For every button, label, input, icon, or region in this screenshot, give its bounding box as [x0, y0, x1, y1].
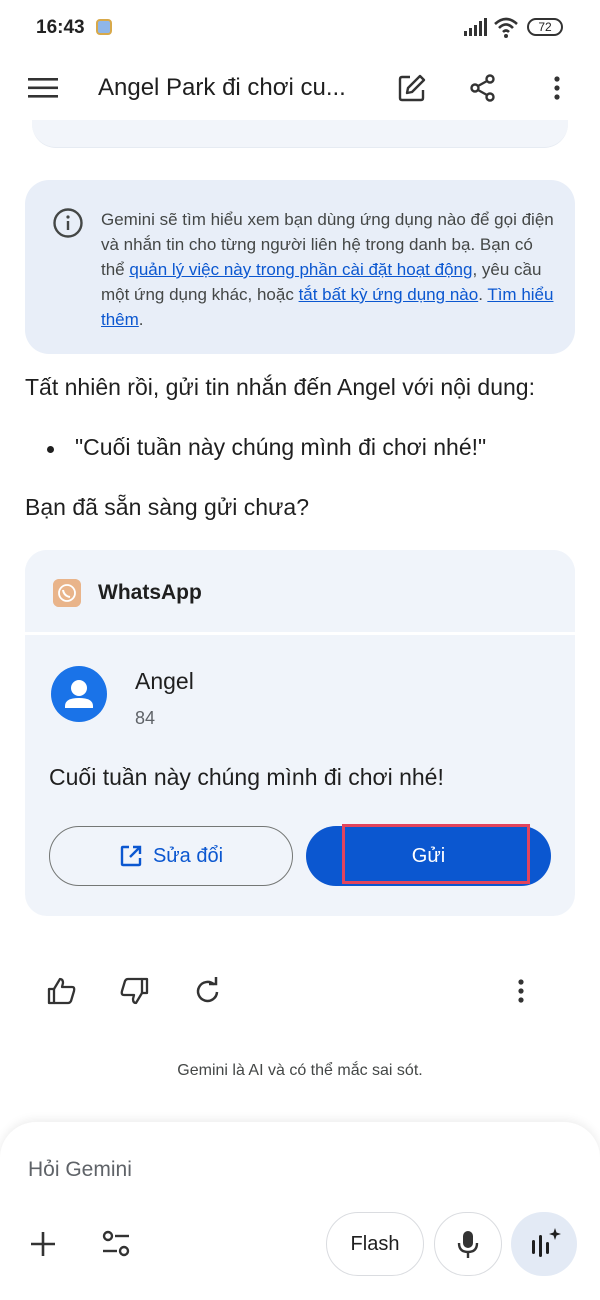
edit-icon[interactable]: [397, 73, 427, 103]
share-icon[interactable]: [468, 73, 498, 103]
contact-number: 84: [135, 708, 156, 728]
model-selector-button[interactable]: Flash: [326, 1212, 424, 1276]
send-button[interactable]: Gửi: [306, 826, 551, 886]
disable-apps-link[interactable]: tắt bất kỳ ứng dụng nào: [299, 285, 479, 304]
status-time: 16:43: [36, 17, 85, 38]
edit-message-button[interactable]: Sửa đổi: [49, 826, 293, 886]
menu-icon[interactable]: [28, 76, 58, 100]
live-button[interactable]: [511, 1212, 577, 1276]
retry-icon[interactable]: [193, 976, 223, 1006]
avatar: [51, 666, 107, 722]
manage-activity-link[interactable]: quản lý việc này trong phần cài đặt hoạt…: [129, 260, 472, 279]
composer: Flash: [0, 1122, 600, 1300]
whatsapp-logo-icon: [53, 579, 81, 607]
app-bar: Angel Park đi chơi cu...: [0, 56, 600, 120]
person-icon: [65, 680, 93, 708]
bullet-dot: [47, 446, 54, 453]
info-text: Gemini sẽ tìm hiểu xem bạn dùng ứng dụng…: [101, 210, 554, 329]
message-preview: Cuối tuần này chúng mình đi chơi nhé!: [49, 764, 444, 790]
mic-button[interactable]: [434, 1212, 502, 1276]
live-icon: [532, 1228, 561, 1257]
prompt-input[interactable]: [28, 1158, 528, 1182]
app-notification-icon: [96, 19, 112, 35]
whatsapp-card: WhatsApp Angel 84 Cuối tuần này chúng mì…: [25, 550, 575, 916]
status-bar: 16:43 72: [0, 0, 600, 56]
open-external-icon: [120, 845, 142, 867]
edit-message-label: Sửa đổi: [152, 844, 224, 867]
info-card: Gemini sẽ tìm hiểu xem bạn dùng ứng dụng…: [25, 180, 575, 354]
mic-icon: [457, 1231, 479, 1258]
response-question: Bạn đã sẵn sàng gửi chưa?: [25, 494, 309, 520]
response-intro: Tất nhiên rồi, gửi tin nhắn đến Angel vớ…: [25, 374, 535, 400]
info-icon: [53, 208, 83, 238]
thumb-down-icon[interactable]: [118, 975, 150, 1007]
contact-name: Angel: [135, 668, 194, 694]
bullet-item: "Cuối tuần này chúng mình đi chơi nhé!": [75, 434, 487, 460]
disclaimer: Gemini là AI và có thể mắc sai sót.: [177, 1062, 423, 1079]
whatsapp-app-name: WhatsApp: [98, 581, 202, 604]
tools-icon[interactable]: [101, 1229, 131, 1259]
battery-icon: 72: [527, 18, 563, 36]
wifi-icon: [494, 17, 518, 38]
more-vert-icon[interactable]: [545, 73, 569, 103]
signal-icon: [464, 18, 487, 36]
page-title: Angel Park đi chơi cu...: [98, 74, 346, 101]
thumb-up-icon[interactable]: [46, 975, 78, 1007]
whatsapp-card-header: WhatsApp: [25, 550, 575, 635]
previous-card-edge: [32, 120, 568, 148]
more-vert-icon[interactable]: [510, 976, 532, 1006]
add-icon[interactable]: [28, 1229, 58, 1259]
